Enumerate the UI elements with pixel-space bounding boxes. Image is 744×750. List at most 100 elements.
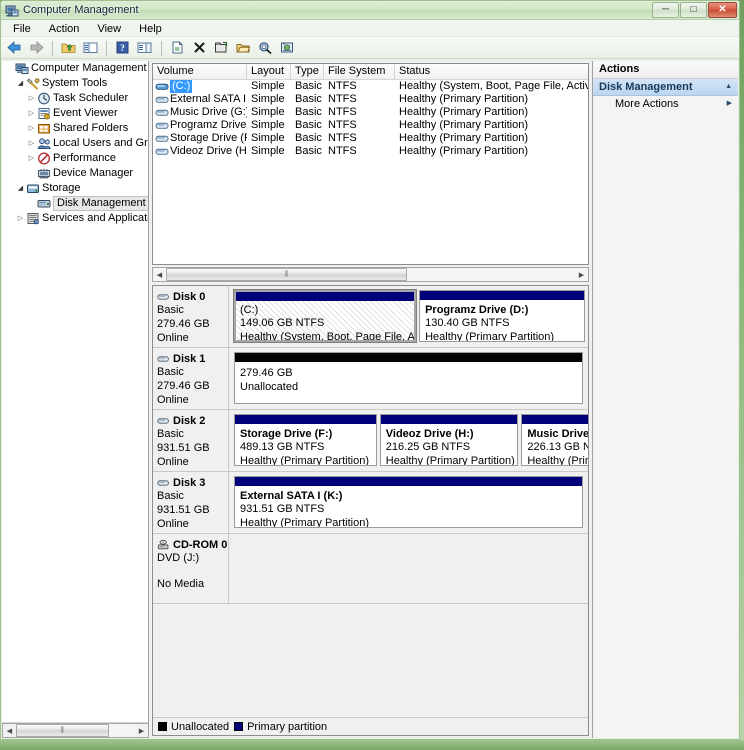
menu-view[interactable]: View <box>90 20 129 36</box>
disk-row[interactable]: Disk 2 Basic 931.51 GB Online Storage Drive … <box>153 410 588 472</box>
disk-icon <box>157 291 171 303</box>
list-scroll-track[interactable]: ⫼ <box>166 268 575 281</box>
delete-icon[interactable] <box>190 39 209 57</box>
collapsed-twisty-icon[interactable]: ▷ <box>26 121 37 136</box>
back-icon[interactable] <box>5 39 24 57</box>
partition-block[interactable]: Videoz Drive (H:) 216.25 GB NTFS Healthy (… <box>379 414 519 466</box>
collapsed-twisty-icon[interactable]: ▷ <box>15 211 26 226</box>
column-header-file-system[interactable]: File System <box>324 64 395 79</box>
menu-help[interactable]: Help <box>132 20 170 36</box>
tree-scroll-right-arrow[interactable]: ▶ <box>135 724 148 737</box>
volume-row[interactable]: Storage Drive (F:) Simple Basic NTFS Healthy… <box>153 132 588 145</box>
graphical-disk-view[interactable]: Disk 0 Basic 279.46 GB Online (C:) 149.06 GB … <box>152 285 589 736</box>
tree-item-local-users-and-groups[interactable]: ▷ Local Users and Groups <box>2 136 148 151</box>
partition-block[interactable]: (C:) 149.06 GB NTFS Healthy (System, Boot,… <box>232 289 418 343</box>
disk-info-panel[interactable]: Disk 3 Basic 931.51 GB Online <box>153 472 229 533</box>
close-button[interactable]: ✕ <box>708 2 737 18</box>
tree-item-task-scheduler[interactable]: ▷ Task Scheduler <box>2 91 148 106</box>
partition-size: 226.13 GB NTFS <box>527 441 588 453</box>
partition-block[interactable]: Programz Drive (D:) 130.40 GB NTFS Healthy… <box>419 290 586 342</box>
disk-info-panel[interactable]: Disk 0 Basic 279.46 GB Online <box>153 286 229 347</box>
volume-row[interactable]: Videoz Drive (H:) Simple Basic NTFS Healthy … <box>153 145 588 158</box>
show-action-pane-icon[interactable] <box>135 39 154 57</box>
expanded-twisty-icon[interactable]: ◢ <box>15 181 26 196</box>
actions-group-disk-management[interactable]: Disk Management ▲ <box>593 79 738 96</box>
collapsed-twisty-icon[interactable]: ▷ <box>26 91 37 106</box>
properties-icon[interactable] <box>168 39 187 57</box>
expanded-twisty-icon[interactable]: ◢ <box>15 76 26 91</box>
tree-item-event-viewer[interactable]: ▷! Event Viewer <box>2 106 148 121</box>
volume-row[interactable]: Programz Drive (D:) Simple Basic NTFS Health… <box>153 119 588 132</box>
cdrom-state: No Media <box>157 578 205 590</box>
open-folder-icon[interactable] <box>234 39 253 57</box>
volume-cell-status: Healthy (Primary Partition) <box>399 93 528 105</box>
legend-label-primary: Primary partition <box>247 720 328 733</box>
maximize-button[interactable]: □ <box>680 2 707 18</box>
tree-item-storage[interactable]: ◢ Storage <box>2 181 148 196</box>
list-scroll-right-arrow[interactable]: ▶ <box>575 268 588 281</box>
tree-scroll-left-arrow[interactable]: ◀ <box>3 724 16 737</box>
tree-scroll-track[interactable]: ⫼ <box>16 724 135 737</box>
column-header-volume[interactable]: Volume <box>153 64 247 79</box>
help-icon[interactable]: ? <box>113 39 132 57</box>
column-header-type[interactable]: Type <box>291 64 324 79</box>
disk-row[interactable]: Disk 0 Basic 279.46 GB Online (C:) 149.06 GB … <box>153 286 588 348</box>
tree-item-performance[interactable]: ▷ Performance <box>2 151 148 166</box>
tree-item-services-and-applications[interactable]: ▷ Services and Applications <box>2 211 148 226</box>
partition-size: 216.25 GB NTFS <box>385 441 471 453</box>
column-header-status[interactable]: Status <box>395 64 588 79</box>
volume-cell-status: Healthy (Primary Partition) <box>399 145 528 157</box>
refresh-icon[interactable] <box>278 39 297 57</box>
volume-cell-name: (C:) <box>153 80 247 93</box>
column-header-layout[interactable]: Layout <box>247 64 291 79</box>
show-hide-tree-icon[interactable] <box>81 39 100 57</box>
volume-row[interactable]: (C:) Simple Basic NTFS Healthy (System, Boot… <box>153 80 588 93</box>
tree-item-computer-management-local[interactable]: Computer Management (Local <box>2 61 148 76</box>
tree-scroll-thumb[interactable]: ⫼ <box>16 724 109 737</box>
cdrom-info-panel[interactable]: CD-ROM 0 DVD (J:) No Media <box>153 534 229 603</box>
menu-bar: File Action View Help <box>1 20 739 37</box>
desktop-background: Computer Management ─ □ ✕ File Action Vi… <box>0 0 744 750</box>
tree-item-system-tools[interactable]: ◢ System Tools <box>2 76 148 91</box>
partition-type-bar <box>235 477 582 486</box>
menu-file[interactable]: File <box>6 20 39 36</box>
action-more-actions[interactable]: More Actions ▶ <box>593 96 738 112</box>
partition-block[interactable]: Storage Drive (F:) 489.13 GB NTFS Healthy … <box>234 414 377 466</box>
rescan-disks-icon[interactable] <box>256 39 275 57</box>
list-scroll-left-arrow[interactable]: ◀ <box>153 268 166 281</box>
console-tree-pane[interactable]: Computer Management (Local ◢ System Tools ▷… <box>2 61 149 738</box>
tree-horizontal-scrollbar[interactable]: ◀ ⫼ ▶ <box>2 722 148 738</box>
partition-block[interactable]: Music Drive (G:)226.13 GB NTFS Healthy (P… <box>521 414 588 466</box>
menu-action[interactable]: Action <box>42 20 88 36</box>
volume-row[interactable]: External SATA I (K:) Simple Basic NTFS Healt… <box>153 93 588 106</box>
cdrom-title: CD-ROM 0 <box>157 539 227 551</box>
disk-info-panel[interactable]: Disk 2 Basic 931.51 GB Online <box>153 410 229 471</box>
collapsed-twisty-icon[interactable]: ▷ <box>26 106 37 121</box>
tree-item-device-manager[interactable]: Device Manager <box>2 166 148 181</box>
collapsed-twisty-icon[interactable]: ▷ <box>26 151 37 166</box>
volume-row[interactable]: Music Drive (G:) Simple Basic NTFS Healthy (… <box>153 106 588 119</box>
partition-block[interactable]: External SATA I (K:) 931.51 GB NTFS Health… <box>234 476 583 528</box>
disk-row[interactable]: Disk 3 Basic 931.51 GB Online External SATA … <box>153 472 588 534</box>
disk-row[interactable]: Disk 1 Basic 279.46 GB Online 279.46 GB Unall… <box>153 348 588 410</box>
cdrom-row[interactable]: CD-ROM 0 DVD (J:) No Media <box>153 534 588 604</box>
volume-cell-type: Basic <box>295 106 322 118</box>
partition-block[interactable]: 279.46 GB Unallocated <box>234 352 583 404</box>
volume-list[interactable]: Volume Layout Type File System Status (C… <box>152 63 589 265</box>
export-list-icon[interactable] <box>212 39 231 57</box>
disk-info-panel[interactable]: Disk 1 Basic 279.46 GB Online <box>153 348 229 409</box>
volume-cell-name: External SATA I (K:) <box>153 93 247 106</box>
tree-item-shared-folders[interactable]: ▷ Shared Folders <box>2 121 148 136</box>
system-tools-icon <box>26 76 42 91</box>
collapsed-twisty-icon[interactable]: ▷ <box>26 136 37 151</box>
disk-partitions: 279.46 GB Unallocated <box>229 348 588 409</box>
chevron-right-icon: ▶ <box>726 100 732 107</box>
tree-item-label: Storage <box>42 182 81 194</box>
forward-icon[interactable] <box>27 39 46 57</box>
volume-list-horizontal-scrollbar[interactable]: ◀ ⫼ ▶ <box>152 267 589 282</box>
up-folder-icon[interactable] <box>59 39 78 57</box>
disk-type: Basic <box>157 490 184 502</box>
minimize-button[interactable]: ─ <box>652 2 679 18</box>
tree-item-disk-management[interactable]: Disk Management <box>2 196 148 211</box>
list-scroll-thumb[interactable]: ⫼ <box>166 268 408 281</box>
